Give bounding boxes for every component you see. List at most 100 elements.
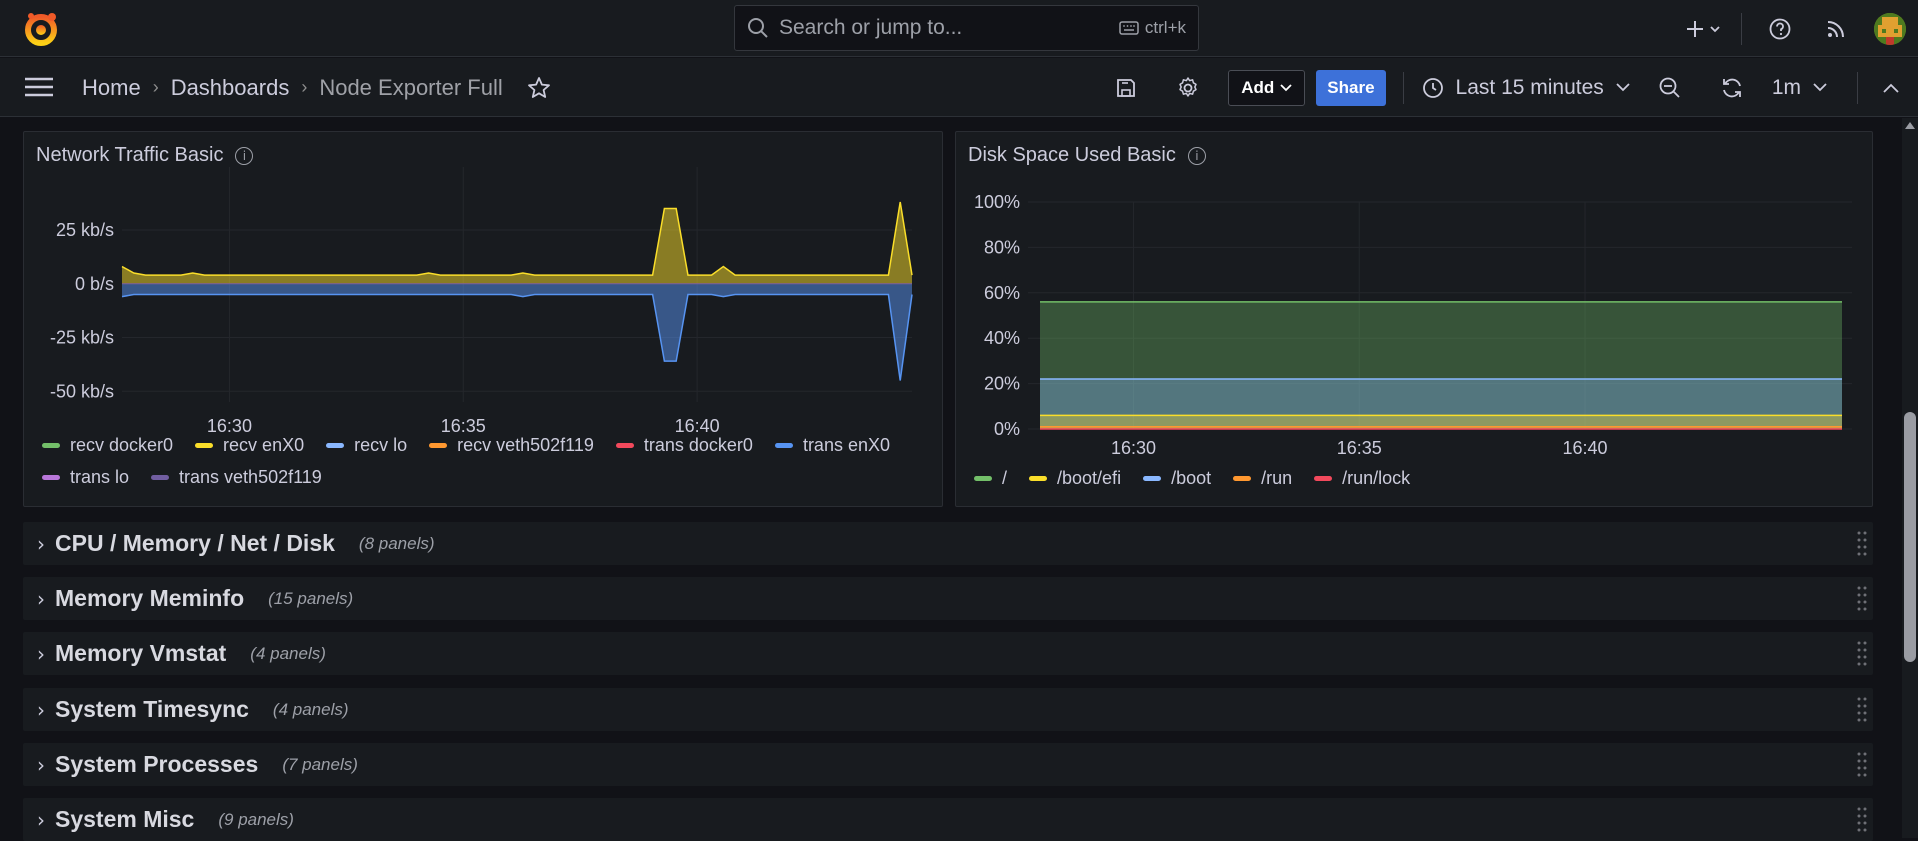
collapse-toolbar-button[interactable] xyxy=(1876,83,1906,93)
y-tick-label: 25 kb/s xyxy=(56,220,114,240)
legend-item[interactable]: trans lo xyxy=(42,465,129,489)
clock-icon xyxy=(1422,77,1443,98)
refresh-interval-label: 1m xyxy=(1771,75,1801,99)
row-panel-count: (8 panels) xyxy=(358,533,435,553)
star-icon[interactable] xyxy=(527,76,551,100)
top-bar: Search or jump to... ctrl+k xyxy=(0,0,1918,57)
plus-icon xyxy=(1687,20,1720,37)
breadcrumb-dashboards[interactable]: Dashboards xyxy=(171,75,290,101)
dashboard-row[interactable]: › System Misc (9 panels) xyxy=(23,798,1873,841)
legend-item[interactable]: recv veth502f119 xyxy=(429,433,594,457)
scroll-up-arrow[interactable] xyxy=(1905,122,1915,129)
add-button-label: Add xyxy=(1241,77,1275,97)
legend-item[interactable]: /run/lock xyxy=(1314,466,1410,490)
drag-handle-icon[interactable] xyxy=(1857,751,1867,779)
y-tick-label: 40% xyxy=(984,328,1020,348)
chevron-right-icon: › xyxy=(152,77,159,97)
new-button[interactable] xyxy=(1677,19,1729,39)
disk-space-chart[interactable]: 100% 80% 60% 40% 20% 0% 16:30 16:35 16:40 xyxy=(956,132,1874,462)
drag-handle-icon[interactable] xyxy=(1857,585,1867,613)
legend-label: trans lo xyxy=(70,466,130,487)
legend-swatch xyxy=(974,475,992,481)
keyboard-icon xyxy=(1119,21,1139,35)
help-button[interactable] xyxy=(1760,18,1800,40)
share-button-label: Share xyxy=(1327,77,1375,97)
dashboard-row[interactable]: › CPU / Memory / Net / Disk (8 panels) xyxy=(23,522,1873,565)
save-icon xyxy=(1117,78,1136,97)
page-title: Node Exporter Full xyxy=(319,74,503,100)
legend-swatch xyxy=(151,474,170,480)
x-tick-label: 16:40 xyxy=(1563,438,1608,458)
legend-item[interactable]: /boot/efi xyxy=(1029,466,1121,490)
legend-item[interactable]: / xyxy=(974,466,1007,490)
dashboard-row[interactable]: › Memory Meminfo (15 panels) xyxy=(23,577,1873,620)
legend-label: /boot xyxy=(1171,467,1212,488)
legend-label: trans veth502f119 xyxy=(179,466,322,487)
row-panel-count: (15 panels) xyxy=(268,588,354,608)
settings-button[interactable] xyxy=(1168,76,1208,100)
breadcrumb-home[interactable]: Home xyxy=(82,75,141,101)
y-tick-label: 0% xyxy=(994,419,1020,439)
row-title: System Timesync xyxy=(55,696,249,722)
y-tick-label: 0 b/s xyxy=(75,274,114,294)
avatar[interactable] xyxy=(1874,12,1906,45)
dashboard-row[interactable]: › System Timesync (4 panels) xyxy=(23,688,1873,731)
x-tick-label: 16:30 xyxy=(207,416,252,432)
chevron-right-icon: › xyxy=(37,807,45,832)
legend-item[interactable]: /boot xyxy=(1143,466,1211,490)
legend-item[interactable]: trans docker0 xyxy=(615,433,753,457)
news-button[interactable] xyxy=(1816,19,1856,39)
legend-item[interactable]: recv enX0 xyxy=(195,433,304,457)
help-icon xyxy=(1769,18,1791,39)
divider xyxy=(1741,12,1742,45)
legend-label: recv veth502f119 xyxy=(457,434,594,455)
share-button[interactable]: Share xyxy=(1316,69,1386,106)
zoom-out-icon xyxy=(1659,77,1680,98)
chevron-down-icon xyxy=(1813,83,1827,92)
dashboard-row[interactable]: › Memory Vmstat (4 panels) xyxy=(23,632,1873,675)
row-panel-count: (4 panels) xyxy=(272,699,349,719)
legend-label: trans enX0 xyxy=(802,434,890,455)
time-range-label: Last 15 minutes xyxy=(1455,75,1604,99)
row-title: System Misc xyxy=(55,806,195,832)
user-avatar-icon xyxy=(1874,12,1906,45)
keyboard-shortcut: ctrl+k xyxy=(1119,18,1186,38)
refresh-interval-picker[interactable]: 1m xyxy=(1772,76,1827,100)
chevron-down-icon xyxy=(1280,83,1292,91)
refresh-button[interactable] xyxy=(1712,76,1752,100)
legend-item[interactable]: trans enX0 xyxy=(774,433,890,457)
save-button[interactable] xyxy=(1106,77,1146,99)
drag-handle-icon[interactable] xyxy=(1857,640,1867,668)
legend-label: recv docker0 xyxy=(70,434,174,455)
legend-item[interactable]: recv lo xyxy=(326,433,407,457)
series-area-recv-enX0 xyxy=(122,202,912,284)
search-placeholder: Search or jump to... xyxy=(779,16,963,39)
row-panel-count: (9 panels) xyxy=(218,809,294,829)
legend-label: /boot/efi xyxy=(1057,467,1122,488)
drag-handle-icon[interactable] xyxy=(1857,530,1867,558)
network-traffic-chart[interactable]: 25 kb/s 0 b/s -25 kb/s -50 kb/s 16:30 16:35 16… xyxy=(24,132,944,432)
chevron-right-icon: › xyxy=(301,77,308,97)
rss-icon xyxy=(1827,20,1844,37)
x-tick-label: 16:35 xyxy=(441,416,486,432)
time-range-picker[interactable]: Last 15 minutes xyxy=(1422,76,1630,100)
add-button[interactable]: Add xyxy=(1228,69,1306,106)
row-title: Memory Vmstat xyxy=(55,640,227,666)
menu-icon[interactable] xyxy=(24,76,54,98)
drag-handle-icon[interactable] xyxy=(1857,696,1867,724)
search-input[interactable]: Search or jump to... ctrl+k xyxy=(734,5,1199,51)
chevron-down-icon xyxy=(1616,83,1630,92)
legend-swatch xyxy=(774,442,793,448)
dashboard-row[interactable]: › System Processes (7 panels) xyxy=(23,743,1873,786)
legend-item[interactable]: /run xyxy=(1233,466,1292,490)
zoom-out-button[interactable] xyxy=(1650,76,1690,100)
chevron-up-icon xyxy=(1883,83,1899,93)
y-tick-label: 100% xyxy=(974,192,1020,212)
legend-item[interactable]: trans veth502f119 xyxy=(151,465,322,489)
scrollbar-thumb[interactable] xyxy=(1904,412,1916,662)
y-tick-label: 60% xyxy=(984,283,1020,303)
grafana-logo-icon[interactable] xyxy=(22,11,60,47)
legend-item[interactable]: recv docker0 xyxy=(42,433,173,457)
legend-swatch xyxy=(42,474,60,480)
drag-handle-icon[interactable] xyxy=(1857,806,1867,834)
